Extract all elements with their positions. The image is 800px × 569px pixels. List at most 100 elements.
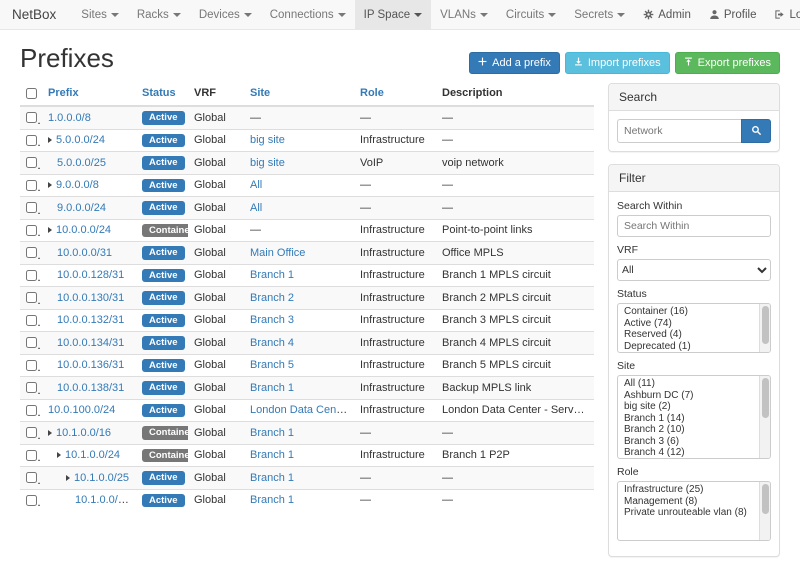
option[interactable]: Branch 4 (12)	[618, 447, 758, 459]
nav-item-connections[interactable]: Connections	[261, 0, 355, 29]
expand-caret-icon[interactable]	[57, 452, 61, 458]
vrf-select[interactable]: All	[617, 259, 771, 281]
nav-item-secrets[interactable]: Secrets	[565, 0, 634, 29]
logout-link[interactable]: Log out	[765, 0, 800, 29]
row-checkbox[interactable]	[26, 450, 37, 461]
site-link[interactable]: Branch 2	[250, 292, 294, 304]
option[interactable]: Deprecated (1)	[618, 341, 758, 353]
prefix-link[interactable]: 10.0.0.134/31	[57, 337, 124, 349]
nav-item-vlans[interactable]: VLANs	[431, 0, 497, 29]
row-checkbox[interactable]	[26, 495, 37, 506]
prefix-link[interactable]: 10.1.0.0/26	[75, 494, 130, 506]
nav-item-racks[interactable]: Racks	[128, 0, 190, 29]
prefix-link[interactable]: 10.0.0.128/31	[57, 269, 124, 281]
site-link[interactable]: big site	[250, 134, 285, 146]
scrollbar[interactable]	[759, 304, 770, 352]
expand-caret-icon[interactable]	[48, 227, 52, 233]
site-link[interactable]: Branch 1	[250, 472, 294, 484]
site-link[interactable]: Branch 3	[250, 314, 294, 326]
row-checkbox[interactable]	[26, 315, 37, 326]
site-link[interactable]: Branch 1	[250, 269, 294, 281]
sort-link-site[interactable]: Site	[250, 87, 270, 99]
row-checkbox[interactable]	[26, 360, 37, 371]
prefix-link[interactable]: 9.0.0.0/8	[56, 179, 99, 191]
site-link[interactable]: Branch 4	[250, 337, 294, 349]
site-link[interactable]: All	[250, 179, 262, 191]
row-checkbox[interactable]	[26, 180, 37, 191]
site-link[interactable]: big site	[250, 157, 285, 169]
row-checkbox[interactable]	[26, 112, 37, 123]
admin-link[interactable]: Admin	[634, 0, 700, 29]
row-checkbox[interactable]	[26, 225, 37, 236]
prefix-link[interactable]: 10.1.0.0/16	[56, 427, 111, 439]
site-link[interactable]: Branch 1	[250, 427, 294, 439]
row-checkbox[interactable]	[26, 382, 37, 393]
prefix-link[interactable]: 10.0.0.0/31	[57, 247, 112, 259]
option[interactable]: Branch 1 (14)	[618, 413, 758, 425]
prefix-link[interactable]: 9.0.0.0/24	[57, 202, 106, 214]
prefix-link[interactable]: 10.1.0.0/24	[65, 449, 120, 461]
site-link[interactable]: London Data Center	[250, 404, 349, 416]
nav-item-sites[interactable]: Sites	[72, 0, 128, 29]
option[interactable]: Infrastructure (25)	[618, 484, 758, 496]
option[interactable]: Container (16)	[618, 306, 758, 318]
option[interactable]: Branch 2 (10)	[618, 424, 758, 436]
prefix-link[interactable]: 10.1.0.0/25	[74, 472, 129, 484]
nav-item-devices[interactable]: Devices	[190, 0, 261, 29]
scrollbar[interactable]	[759, 482, 770, 540]
expand-caret-icon[interactable]	[48, 137, 52, 143]
row-checkbox[interactable]	[26, 472, 37, 483]
prefix-link[interactable]: 10.0.0.130/31	[57, 292, 124, 304]
search-within-input[interactable]	[617, 215, 771, 237]
brand-logo[interactable]: NetBox	[12, 0, 56, 29]
expand-caret-icon[interactable]	[48, 430, 52, 436]
row-checkbox[interactable]	[26, 157, 37, 168]
add-prefix-button[interactable]: Add a prefix	[469, 52, 560, 74]
site-link[interactable]: Main Office	[250, 247, 305, 259]
site-listbox[interactable]: All (11)Ashburn DC (7)big site (2)Branch…	[617, 375, 771, 459]
option[interactable]: Branch 3 (6)	[618, 436, 758, 448]
site-link[interactable]: Branch 1	[250, 449, 294, 461]
role-listbox[interactable]: Infrastructure (25)Management (8)Private…	[617, 481, 771, 541]
option[interactable]: Branch 5 (7)	[618, 459, 758, 460]
nav-item-circuits[interactable]: Circuits	[497, 0, 565, 29]
option[interactable]: big site (2)	[618, 401, 758, 413]
search-input[interactable]	[617, 119, 741, 143]
row-checkbox[interactable]	[26, 405, 37, 416]
expand-caret-icon[interactable]	[66, 475, 70, 481]
row-checkbox[interactable]	[26, 202, 37, 213]
option[interactable]: Management (8)	[618, 496, 758, 508]
prefix-link[interactable]: 5.0.0.0/25	[57, 157, 106, 169]
nav-item-ip-space[interactable]: IP Space	[355, 0, 431, 29]
option[interactable]: Ashburn DC (7)	[618, 390, 758, 402]
import-prefixes-button[interactable]: Import prefixes	[565, 52, 670, 74]
site-link[interactable]: Branch 1	[250, 382, 294, 394]
select-all-checkbox[interactable]	[26, 88, 37, 99]
site-link[interactable]: Branch 1	[250, 494, 294, 506]
option[interactable]: Reserved (4)	[618, 329, 758, 341]
status-listbox[interactable]: Container (16)Active (74)Reserved (4)Dep…	[617, 303, 771, 353]
sort-link-prefix[interactable]: Prefix	[48, 87, 79, 99]
row-checkbox[interactable]	[26, 247, 37, 258]
option[interactable]: Private unrouteable vlan (8)	[618, 507, 758, 519]
sort-link-role[interactable]: Role	[360, 87, 384, 99]
search-button[interactable]	[741, 119, 771, 143]
row-checkbox[interactable]	[26, 337, 37, 348]
sort-link-status[interactable]: Status	[142, 87, 176, 99]
prefix-link[interactable]: 5.0.0.0/24	[56, 134, 105, 146]
export-prefixes-button[interactable]: Export prefixes	[675, 52, 780, 74]
row-checkbox[interactable]	[26, 135, 37, 146]
row-checkbox[interactable]	[26, 270, 37, 281]
site-link[interactable]: Branch 5	[250, 359, 294, 371]
expand-caret-icon[interactable]	[48, 182, 52, 188]
option[interactable]: Active (74)	[618, 318, 758, 330]
prefix-link[interactable]: 10.0.0.136/31	[57, 359, 124, 371]
site-link[interactable]: All	[250, 202, 262, 214]
profile-link[interactable]: Profile	[700, 0, 766, 29]
prefix-link[interactable]: 10.0.0.138/31	[57, 382, 124, 394]
prefix-link[interactable]: 10.0.0.132/31	[57, 314, 124, 326]
row-checkbox[interactable]	[26, 292, 37, 303]
prefix-link[interactable]: 1.0.0.0/8	[48, 112, 91, 124]
row-checkbox[interactable]	[26, 427, 37, 438]
scrollbar[interactable]	[759, 376, 770, 458]
